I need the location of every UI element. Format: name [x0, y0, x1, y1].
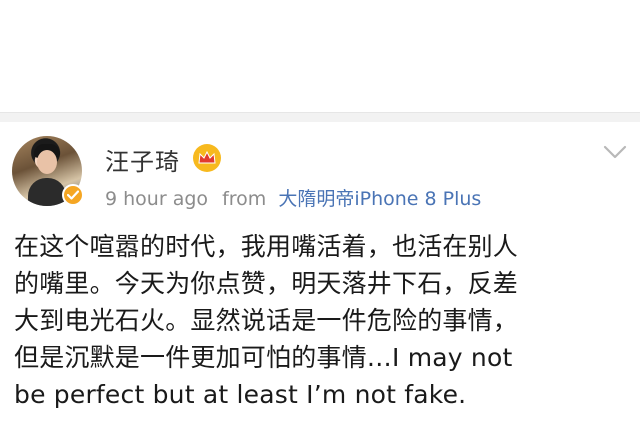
post-text-line: be perfect but at least I’m not fake. — [14, 380, 467, 409]
post-time: 9 hour ago — [105, 188, 209, 210]
from-label: from — [222, 188, 267, 210]
post-text-line: 在这个喧嚣的时代，我用嘴活着，也活在别人 — [14, 232, 519, 261]
crown-icon[interactable] — [193, 144, 221, 172]
post-meta: 9 hour ago from 大隋明帝iPhone 8 Plus — [105, 184, 481, 211]
post-card: 汪子琦 9 hour ago from 大隋明帝iPhone 8 Plus 在这… — [0, 122, 640, 431]
post-source-link[interactable]: 大隋明帝iPhone 8 Plus — [278, 188, 481, 210]
verified-badge-icon — [62, 184, 84, 206]
chevron-down-icon[interactable] — [602, 142, 628, 162]
post-text-line: 的嘴里。今天为你点赞，明天落井下石，反差 — [14, 269, 519, 298]
username[interactable]: 汪子琦 — [105, 142, 180, 177]
crown-glyph-icon — [198, 151, 216, 164]
avatar-shirt — [28, 178, 66, 206]
feed-divider — [0, 112, 640, 122]
top-blank-area — [0, 0, 640, 112]
checkmark-icon — [67, 190, 79, 200]
post-text-line: 但是沉默是一件更加可怕的事情…I may not — [14, 343, 513, 372]
post-text-line: 大到电光石火。显然说话是一件危险的事情， — [14, 306, 519, 335]
post-text: 在这个喧嚣的时代，我用嘴活着，也活在别人 的嘴里。今天为你点赞，明天落井下石，反… — [14, 228, 629, 413]
avatar-face — [37, 150, 57, 174]
